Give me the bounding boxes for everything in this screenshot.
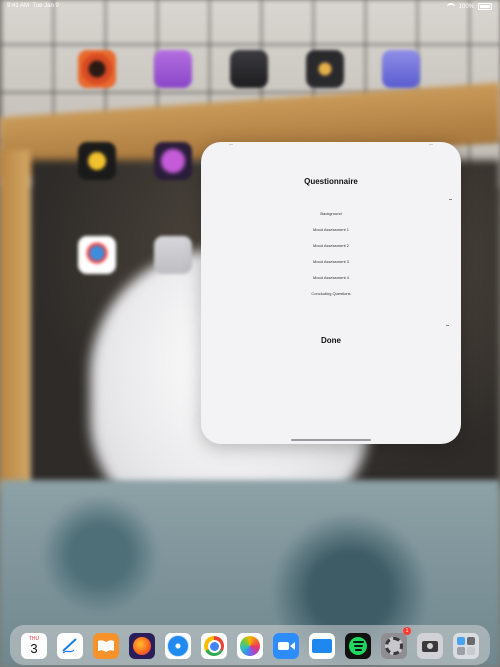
home-app-icon[interactable] [78, 236, 116, 274]
home-app-icon[interactable] [306, 50, 344, 88]
modal-grip [429, 144, 433, 145]
done-button[interactable]: Done [201, 336, 461, 345]
modal-title: Questionnaire [304, 177, 358, 186]
battery-icon [478, 3, 492, 10]
wallpaper-post [0, 150, 30, 490]
wifi-icon [446, 3, 455, 10]
list-item-mood-assessment-4[interactable]: Mood Assessment 4 [201, 270, 461, 286]
home-app-label [143, 93, 203, 98]
home-app-icon[interactable] [154, 236, 192, 274]
modal-grip [229, 144, 233, 145]
status-bar: 9:41 AM Tue Jan 9 100% [0, 0, 500, 12]
list-item-background[interactable]: Background [201, 206, 461, 222]
home-app-icon[interactable] [154, 142, 192, 180]
status-time-text: 9:41 AM [7, 3, 30, 9]
chrome-icon[interactable] [201, 633, 227, 659]
status-date-text: Tue Jan 9 [32, 3, 59, 9]
questionnaire-modal: Questionnaire Background Mood Assessment… [201, 142, 461, 444]
questionnaire-list: Background Mood Assessment 1 Mood Assess… [201, 206, 461, 302]
list-item-mood-assessment-2[interactable]: Mood Assessment 2 [201, 238, 461, 254]
app-library-icon[interactable] [453, 633, 479, 659]
status-right: 100% [446, 3, 492, 10]
zoom-icon[interactable] [273, 633, 299, 659]
spotify-icon[interactable] [345, 633, 371, 659]
home-indicator[interactable] [291, 439, 371, 441]
freeform-icon[interactable] [57, 633, 83, 659]
settings-icon[interactable] [381, 633, 407, 659]
list-item-mood-assessment-3[interactable]: Mood Assessment 3 [201, 254, 461, 270]
home-app-icon[interactable] [230, 50, 268, 88]
calendar-icon[interactable]: THU 3 [21, 633, 47, 659]
scroll-indicator-top [449, 199, 452, 200]
home-app-icon[interactable] [78, 50, 116, 88]
battery-percent: 100% [458, 3, 474, 10]
settings-badge: 1 [403, 627, 411, 635]
dock: THU 3 1 [10, 625, 490, 665]
photos-icon[interactable] [237, 633, 263, 659]
books-icon[interactable] [93, 633, 119, 659]
home-app-icon[interactable] [154, 50, 192, 88]
home-app-icon[interactable] [382, 50, 420, 88]
camera-icon[interactable] [417, 633, 443, 659]
scroll-indicator-bottom [446, 325, 449, 326]
list-item-mood-assessment-1[interactable]: Mood Assessment 1 [201, 222, 461, 238]
home-app-icon[interactable] [78, 142, 116, 180]
firefox-icon[interactable] [129, 633, 155, 659]
list-item-concluding-questions[interactable]: Concluding Questions [201, 286, 461, 302]
status-time: 9:41 AM Tue Jan 9 [7, 3, 59, 9]
safari-icon[interactable] [165, 633, 191, 659]
calendar-day: 3 [30, 641, 38, 656]
files-icon[interactable] [309, 633, 335, 659]
